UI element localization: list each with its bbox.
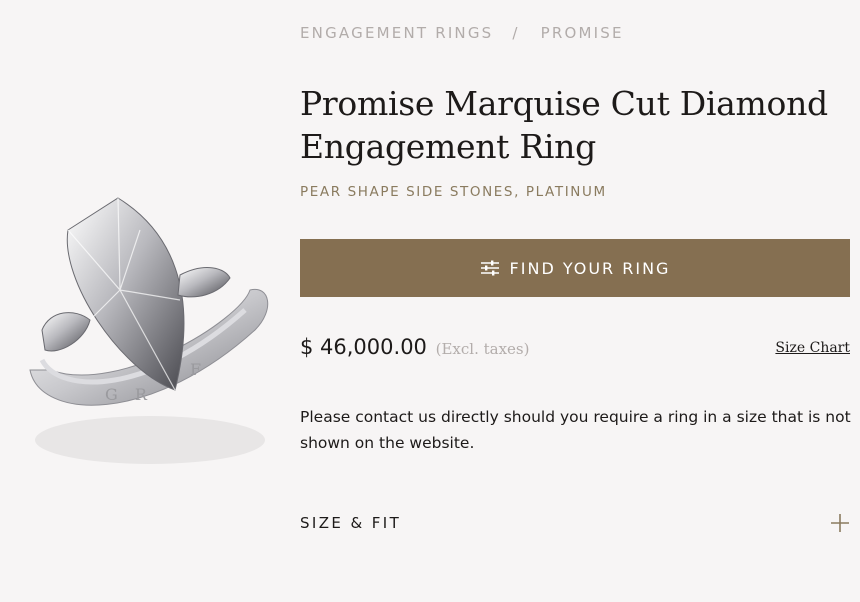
product-title: Promise Marquise Cut Diamond Engagement … (300, 84, 828, 166)
svg-text:G R: G R (105, 385, 153, 404)
find-your-ring-button[interactable]: FIND YOUR RING (300, 239, 850, 297)
breadcrumb-separator: / (512, 24, 520, 42)
breadcrumb-link-promise[interactable]: PROMISE (541, 24, 624, 42)
breadcrumb-link-engagement-rings[interactable]: ENGAGEMENT RINGS (300, 24, 493, 42)
price: $ 46,000.00 (Excl. taxes) (300, 335, 529, 359)
price-amount: $ 46,000.00 (300, 335, 427, 359)
size-contact-note: Please contact us directly should you re… (300, 408, 851, 452)
sliders-icon (480, 260, 499, 276)
plus-icon[interactable] (830, 513, 850, 533)
find-your-ring-label: FIND YOUR RING (509, 258, 671, 278)
price-tax-note: (Excl. taxes) (435, 340, 530, 358)
size-fit-label: SIZE & FIT (300, 514, 402, 532)
product-subtitle: PEAR SHAPE SIDE STONES, PLATINUM (300, 184, 607, 200)
breadcrumb: ENGAGEMENT RINGS / PROMISE (300, 24, 624, 42)
size-fit-accordion[interactable]: SIZE & FIT (300, 508, 850, 538)
svg-text:F: F (190, 360, 201, 379)
ring-product-image[interactable]: G R F (0, 170, 290, 490)
size-chart-link[interactable]: Size Chart (775, 340, 850, 356)
